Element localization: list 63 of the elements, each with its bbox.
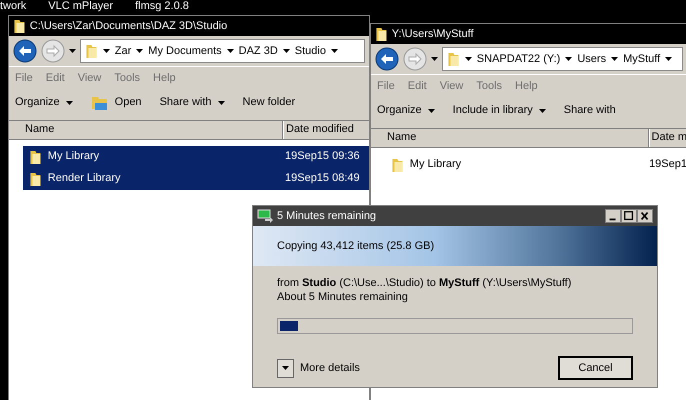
breadcrumb-item[interactable]: MyStuff [623,50,660,68]
toolbar-button[interactable]: Organize [377,102,435,119]
back-button[interactable] [13,39,37,63]
source-destination-text: from Studio (C:\Use...\Studio) to MyStuff (Y:\Users\MyStuff) [277,276,572,290]
column-header[interactable]: Name [371,128,649,146]
breadcrumb-item[interactable]: SNAPDAT22 (Y:) [476,50,560,68]
folder-icon [375,26,388,42]
back-button[interactable] [375,47,399,71]
folder-icon [391,156,404,172]
toolbar-button[interactable]: New folder [242,94,296,111]
file-row[interactable]: Render Library 19Sep15 08:49 [23,168,369,190]
window-title: Y:\Users\MyStuff [392,26,474,42]
folder-icon [447,51,460,67]
breadcrumb-item[interactable]: Studio [294,42,326,60]
copy-icon [257,209,273,223]
file-name: My Library [410,157,462,172]
column-header[interactable]: Name [9,120,283,138]
toolbar-button[interactable]: Share with [160,94,225,111]
breadcrumb-item[interactable]: Zar [114,42,132,60]
window-title: C:\Users\Zar\Documents\DAZ 3D\Studio [30,18,228,34]
caret-icon [464,57,472,61]
file-row[interactable]: My Library 19Sep15 09:36 [23,146,369,168]
toolbar-button[interactable]: Open [90,94,142,111]
address-bar[interactable]: Zar My Documents DAZ 3D Studio [80,39,365,63]
cancel-button[interactable]: Cancel [558,356,633,380]
toolbar-button[interactable]: Include in library [452,102,546,119]
more-details-toggle[interactable]: More details [277,358,360,378]
column-header[interactable]: Date modified [283,120,354,138]
folder-icon [85,43,98,59]
history-caret-icon [69,49,76,53]
column-header[interactable]: Date m [648,128,686,146]
maximize-button[interactable] [621,209,637,223]
caret-icon [330,49,338,53]
folder-icon [29,170,42,186]
close-button[interactable] [637,209,653,223]
caret-icon [611,57,618,61]
address-bar[interactable]: SNAPDAT22 (Y:) Users MyStuff [442,47,683,71]
desktop-icon-label[interactable]: VLC mPlayer [48,0,114,12]
breadcrumb-item[interactable]: Users [577,50,606,68]
caret-icon [102,49,110,53]
folder-icon [13,18,26,34]
minimize-button[interactable] [605,209,621,223]
copy-summary: Copying 43,412 items (25.8 GB) [277,238,434,254]
caret-icon [136,49,144,53]
date-cell-text: 19Sep15 09:36 [284,149,360,164]
folder-icon [29,148,42,164]
caret-icon [665,57,672,61]
caret-icon [226,49,234,53]
date-cell-text: 19Sep15 08:49 [284,171,360,186]
caret-icon [565,57,572,61]
breadcrumb-item[interactable]: DAZ 3D [238,42,278,60]
caret-icon [282,49,290,53]
dialog-title: 5 Minutes remaining [277,208,378,224]
toolbar-button[interactable]: Organize [15,94,73,111]
file-name: My Library [48,149,100,164]
toolbar-button[interactable]: Share with [564,102,616,119]
caret-icon [282,366,289,370]
time-remaining: About 5 Minutes remaining [277,290,409,304]
breadcrumb-item[interactable]: My Documents [148,42,222,60]
desktop-icon-label[interactable]: flmsg 2.0.8 [135,0,189,12]
file-name: Render Library [48,171,121,186]
desktop-icon-label[interactable]: twork [0,0,26,12]
history-caret-icon [431,57,438,61]
